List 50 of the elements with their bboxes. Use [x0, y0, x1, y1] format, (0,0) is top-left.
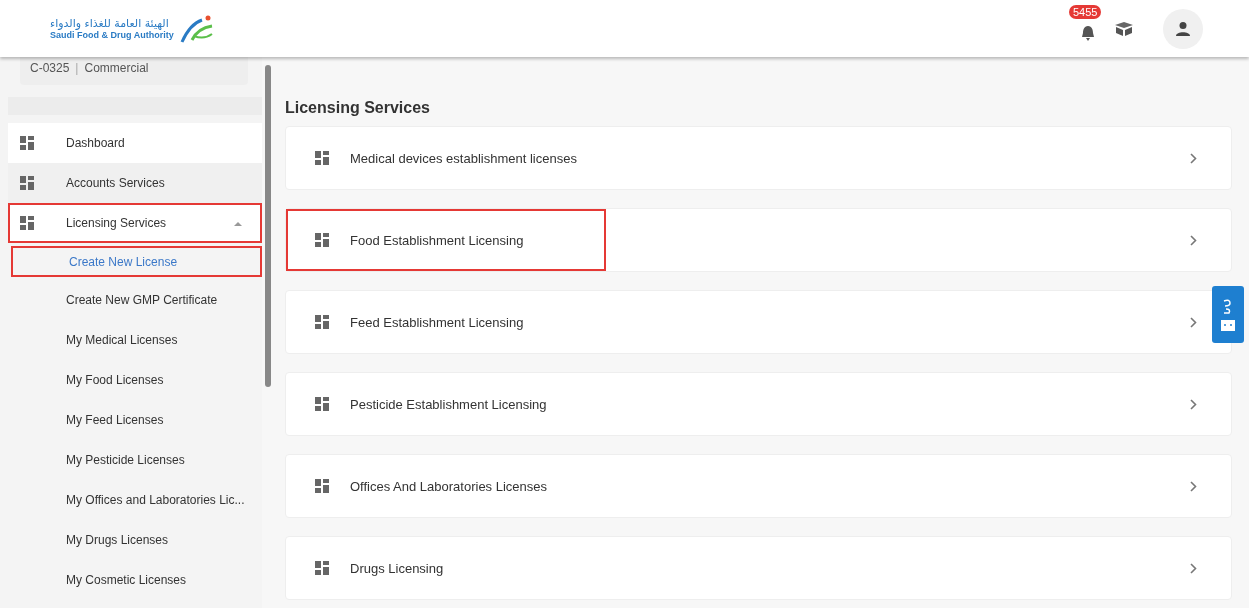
service-card[interactable]: Pesticide Establishment Licensing — [285, 372, 1232, 436]
sidebar-submenu-item[interactable]: My Offices and Laboratories Lic... — [8, 480, 262, 520]
sidebar-submenu-item[interactable]: Create New License — [11, 246, 262, 277]
chevron-right-icon — [1190, 316, 1197, 328]
account-code: C-0325 — [30, 61, 70, 75]
chevron-right-icon — [1190, 398, 1197, 410]
page-title: Licensing Services — [285, 99, 431, 117]
dashboard-grid-icon — [20, 136, 34, 150]
sidebar-menu-item[interactable]: Dashboard — [8, 123, 262, 163]
logo-arabic-text: الهيئة العامة للغذاء والدواء — [50, 16, 169, 30]
chevron-right-icon — [1190, 152, 1197, 164]
service-card[interactable]: Food Establishment Licensing — [285, 208, 1232, 272]
sidebar-menu-item[interactable]: Accounts Services — [8, 163, 262, 203]
notification-count-badge: 5455 — [1069, 4, 1102, 19]
dashboard-grid-icon — [315, 397, 329, 411]
account-separator: | — [75, 61, 79, 75]
sidebar-submenu-item[interactable]: My Cosmetic Licenses — [8, 560, 262, 600]
dashboard-grid-icon — [315, 233, 329, 247]
sidebar-submenu-item[interactable]: My Feed Licenses — [8, 400, 262, 440]
service-card[interactable]: Medical devices establishment licenses — [285, 126, 1232, 190]
service-card-label: Feed Establishment Licensing — [350, 314, 524, 330]
dashboard-grid-icon — [315, 561, 329, 575]
user-icon — [1174, 19, 1192, 38]
account-type: Commercial — [84, 61, 149, 75]
chevron-right-icon — [1190, 480, 1197, 492]
scrollbar-thumb[interactable] — [265, 65, 271, 387]
service-card[interactable]: Drugs Licensing — [285, 536, 1232, 600]
service-card[interactable]: Feed Establishment Licensing — [285, 290, 1232, 354]
logo-english-text: Saudi Food & Drug Authority — [50, 29, 174, 41]
sidebar-submenu-item[interactable]: My Medical Licenses — [8, 320, 262, 360]
sidebar-menu-item[interactable]: Licensing Services — [8, 203, 262, 243]
user-avatar-button[interactable] — [1163, 8, 1203, 49]
dashboard-grid-icon — [20, 216, 34, 230]
side-widget-button[interactable] — [1212, 286, 1244, 343]
service-card-label: Offices And Laboratories Licenses — [350, 478, 548, 494]
service-card-label: Drugs Licensing — [350, 560, 444, 576]
service-card-label: Food Establishment Licensing — [350, 232, 524, 248]
chevron-right-icon — [1190, 562, 1197, 574]
dashboard-grid-icon — [315, 479, 329, 493]
service-card[interactable]: Offices And Laboratories Licenses — [285, 454, 1232, 518]
sidebar-submenu-item[interactable]: Create New GMP Certificate — [8, 280, 262, 320]
dashboard-grid-icon — [315, 315, 329, 329]
sidebar-submenu-item[interactable]: My Pesticide Licenses — [8, 440, 262, 480]
chevron-right-icon — [1190, 234, 1197, 246]
dashboard-grid-icon — [315, 151, 329, 165]
dashboard-grid-icon — [20, 176, 34, 190]
sidebar-submenu-item[interactable]: My Drugs Licenses — [8, 520, 262, 560]
service-card-label: Pesticide Establishment Licensing — [350, 396, 547, 412]
service-card-label: Medical devices establishment licenses — [350, 150, 577, 166]
sidebar-submenu-item[interactable]: My Food Licenses — [8, 360, 262, 400]
